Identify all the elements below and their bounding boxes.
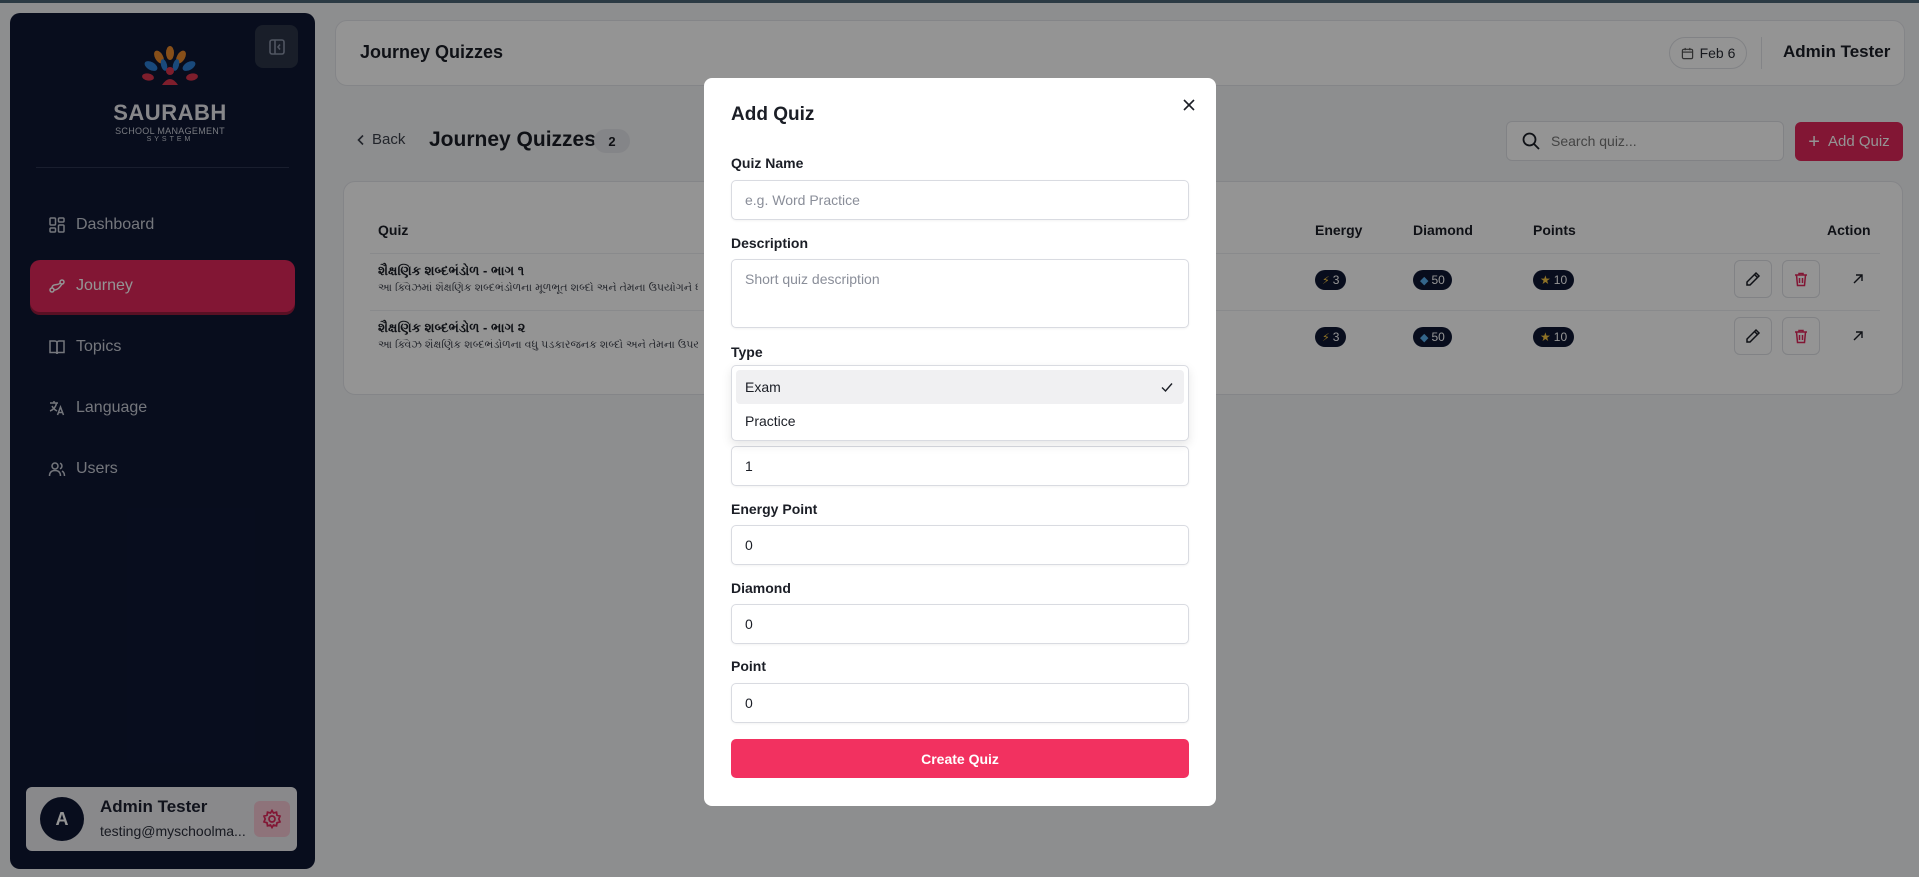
point-label: Point xyxy=(731,658,766,674)
energy-point-label: Energy Point xyxy=(731,501,818,517)
type-option-exam[interactable]: Exam xyxy=(736,370,1184,404)
description-label: Description xyxy=(731,235,809,251)
window-top-border xyxy=(0,0,1919,3)
type-option-practice[interactable]: Practice xyxy=(736,404,1184,438)
diamond-label: Diamond xyxy=(731,580,791,596)
order-input[interactable] xyxy=(731,446,1189,486)
option-label: Exam xyxy=(745,379,781,395)
modal-title: Add Quiz xyxy=(731,104,815,125)
quiz-name-label: Quiz Name xyxy=(731,155,804,171)
type-dropdown-menu: Exam Practice xyxy=(731,365,1189,441)
type-label: Type xyxy=(731,344,763,360)
check-icon xyxy=(1161,383,1173,393)
point-input[interactable] xyxy=(731,683,1189,723)
option-label: Practice xyxy=(745,413,796,429)
diamond-input[interactable] xyxy=(731,604,1189,644)
add-quiz-modal: Add Quiz Quiz Name Description Type Ener… xyxy=(704,78,1216,806)
energy-point-input[interactable] xyxy=(731,525,1189,565)
description-textarea[interactable] xyxy=(731,259,1189,328)
close-button[interactable] xyxy=(1179,95,1199,115)
create-quiz-button[interactable]: Create Quiz xyxy=(731,739,1189,778)
close-icon xyxy=(1183,99,1195,111)
quiz-name-input[interactable] xyxy=(731,180,1189,220)
